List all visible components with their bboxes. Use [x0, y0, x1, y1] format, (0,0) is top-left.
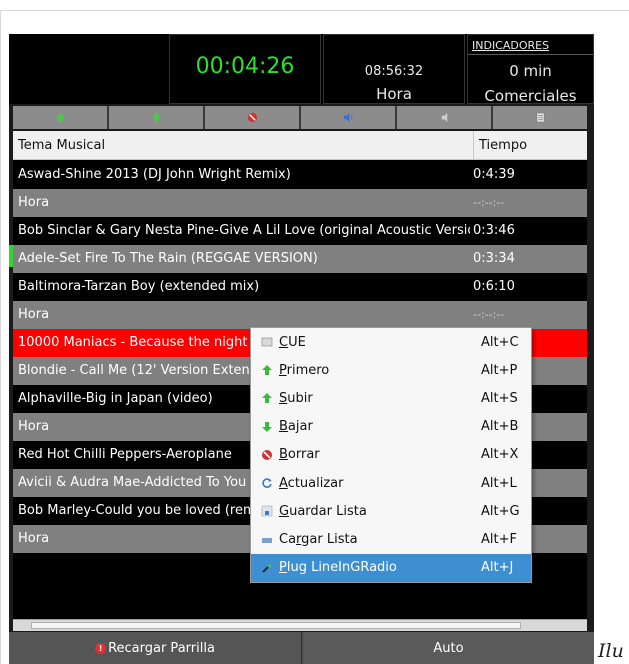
save-icon — [261, 505, 273, 517]
header-blank-cell — [9, 34, 167, 104]
clock-time: 08:56:32 — [364, 64, 424, 79]
menu-item-shortcut: Alt+X — [481, 447, 519, 463]
menu-item-label: Actualizar — [279, 475, 344, 491]
delete-icon — [262, 449, 272, 460]
table-row[interactable]: Hora --:--:-- — [13, 301, 587, 329]
indicators-value: 0 min — [509, 62, 552, 80]
track-title: Aswad-Shine 2013 (DJ John Wright Remix) — [18, 167, 291, 182]
plug-icon — [262, 563, 272, 573]
table-row[interactable]: Hora --:--:-- — [13, 189, 587, 217]
track-duration: 0:3:34 — [473, 251, 515, 266]
menu-item-label: Borrar — [279, 447, 320, 463]
menu-item-label: Primero — [279, 362, 330, 378]
menu-item-shortcut: Alt+P — [481, 362, 518, 378]
column-header-time[interactable]: Tiempo — [473, 131, 587, 160]
track-duration: 0:4:39 — [473, 167, 515, 182]
menu-item-plug-lineingradio[interactable]: Plug LineInGRadio Alt+J — [251, 553, 531, 582]
indicators-cell: INDICADORES 0 min Comerciales — [467, 34, 594, 105]
menu-item-label: Plug LineInGRadio — [279, 560, 397, 576]
track-title: Baltimora-Tarzan Boy (extended mix) — [18, 279, 260, 294]
reload-schedule-button[interactable]: ! Recargar Parrilla — [9, 632, 302, 664]
menu-item-label: Bajar — [279, 419, 313, 435]
delete-button[interactable] — [205, 106, 301, 129]
track-title: Bob Sinclar & Gary Nesta Pine-Give A Lil… — [18, 223, 470, 238]
figure-caption: Ilu — [598, 640, 624, 662]
column-header-title[interactable]: Tema Musical — [18, 138, 105, 153]
menu-item-shortcut: Alt+B — [481, 419, 519, 435]
menu-item-label: Subir — [279, 390, 313, 406]
menu-item-borrar[interactable]: Borrar Alt+X — [251, 441, 531, 469]
load-icon — [262, 538, 272, 544]
track-title: Hora — [18, 195, 50, 210]
reload-icon: ! — [95, 642, 107, 654]
playlist-toolbar — [13, 106, 587, 129]
list-button[interactable] — [493, 106, 587, 129]
table-header: Tema Musical Tiempo — [13, 131, 587, 160]
elapsed-timer-cell: 00:04:26 — [169, 34, 321, 104]
speaker-button[interactable] — [397, 106, 493, 129]
frame-left-border — [0, 10, 1, 664]
menu-item-shortcut: Alt+F — [481, 531, 517, 547]
indicators-divider — [468, 54, 593, 55]
menu-item-shortcut: Alt+G — [481, 503, 520, 519]
track-duration: 0:3:46 — [473, 223, 515, 238]
menu-item-label: Guardar Lista — [279, 503, 367, 519]
speaker-icon — [441, 112, 447, 123]
first-icon — [262, 365, 272, 376]
move-up-icon — [55, 112, 65, 123]
screenshot-frame: 00:04:26 08:56:32 Hora INDICADORES 0 min… — [0, 0, 629, 664]
move-up-button[interactable] — [13, 106, 109, 129]
scrollbar-thumb[interactable] — [31, 622, 521, 629]
clock-cell: 08:56:32 Hora — [323, 34, 465, 104]
track-duration: --:--:-- — [473, 196, 505, 209]
auto-button[interactable]: Auto — [303, 632, 594, 664]
table-row[interactable]: Baltimora-Tarzan Boy (extended mix) 0:6:1… — [13, 273, 587, 301]
reload-label: Recargar Parrilla — [108, 640, 215, 656]
cue-icon — [261, 337, 273, 347]
menu-item-actualizar[interactable]: Actualizar Alt+L — [251, 469, 531, 497]
indicators-label: Comerciales — [484, 87, 577, 105]
down-icon — [262, 421, 272, 432]
refresh-icon — [262, 478, 272, 488]
menu-item-shortcut: Alt+L — [481, 475, 517, 491]
frame-top-border — [0, 10, 629, 11]
track-title: Hora — [18, 307, 50, 322]
menu-item-label: CUE — [279, 334, 306, 350]
menu-item-guardar-lista[interactable]: Guardar Lista Alt+G — [251, 497, 531, 525]
table-row[interactable]: Aswad-Shine 2013 (DJ John Wright Remix) 0… — [13, 161, 587, 189]
clock-label: Hora — [376, 85, 412, 103]
table-row[interactable]: Bob Sinclar & Gary Nesta Pine-Give A Lil… — [13, 217, 587, 245]
volume-button[interactable] — [301, 106, 397, 129]
bottom-bar: ! Recargar Parrilla Auto — [9, 632, 594, 664]
indicators-title: INDICADORES — [472, 39, 550, 52]
menu-item-label: Cargar Lista — [279, 531, 358, 547]
header-panel: 00:04:26 08:56:32 Hora INDICADORES 0 min… — [9, 34, 594, 105]
menu-item-cue[interactable]: CUE Alt+C — [251, 328, 531, 356]
move-down-button[interactable] — [109, 106, 205, 129]
horizontal-scrollbar[interactable] — [13, 619, 587, 631]
volume-icon — [343, 112, 353, 123]
list-icon — [536, 112, 544, 123]
track-duration: --:--:-- — [473, 308, 505, 321]
move-down-icon — [151, 112, 161, 123]
up-icon — [262, 393, 272, 404]
playing-indicator — [9, 245, 13, 267]
menu-item-shortcut: Alt+J — [481, 560, 514, 576]
track-title: Adele-Set Fire To The Rain (REGGAE VERSI… — [18, 251, 318, 266]
menu-item-bajar[interactable]: Bajar Alt+B — [251, 413, 531, 441]
auto-label: Auto — [433, 640, 464, 656]
menu-item-shortcut: Alt+C — [481, 334, 519, 350]
table-row[interactable]: Adele-Set Fire To The Rain (REGGAE VERSI… — [13, 245, 587, 273]
track-duration: 0:6:10 — [473, 279, 515, 294]
menu-item-shortcut: Alt+S — [481, 390, 518, 406]
delete-icon — [247, 112, 257, 123]
menu-item-primero[interactable]: Primero Alt+P — [251, 356, 531, 384]
elapsed-timer: 00:04:26 — [195, 54, 295, 79]
menu-item-subir[interactable]: Subir Alt+S — [251, 384, 531, 412]
context-menu: CUE Alt+C Primero Alt+P Subir Alt+S Bajar Alt+B… — [250, 327, 532, 583]
menu-item-cargar-lista[interactable]: Cargar Lista Alt+F — [251, 525, 531, 553]
